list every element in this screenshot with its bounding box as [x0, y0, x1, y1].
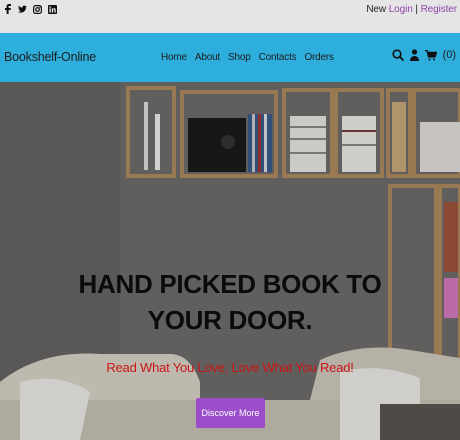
auth-links: New Login | Register [366, 4, 457, 15]
hero-banner: HAND PICKED BOOK TO YOUR DOOR. Read What… [0, 82, 460, 440]
login-link[interactable]: Login [389, 4, 413, 15]
nav-orders[interactable]: Orders [304, 52, 334, 63]
twitter-icon[interactable] [18, 4, 27, 14]
main-nav: Home About Shop Contacts Orders [161, 52, 334, 63]
nav-shop[interactable]: Shop [228, 52, 251, 63]
cart-icon[interactable] [424, 49, 437, 61]
hero-subtitle: Read What You Love, Love What You Read! [106, 360, 354, 375]
hero-title: HAND PICKED BOOK TO YOUR DOOR. [0, 266, 460, 338]
header-icons: (0) [391, 49, 456, 61]
new-label: New [366, 4, 387, 15]
cart-count: (0) [442, 49, 456, 61]
search-icon[interactable] [391, 49, 404, 61]
nav-about[interactable]: About [195, 52, 220, 63]
linkedin-icon[interactable] [48, 4, 57, 14]
facebook-icon[interactable] [3, 4, 12, 14]
discover-more-button[interactable]: Discover More [196, 398, 265, 428]
nav-contacts[interactable]: Contacts [259, 52, 297, 63]
separator: | [415, 4, 418, 15]
hero-background-image [0, 82, 460, 440]
hero-title-line-2: YOUR DOOR. [147, 305, 313, 335]
instagram-icon[interactable] [33, 4, 42, 14]
nav-home[interactable]: Home [161, 52, 187, 63]
top-bar: New Login | Register [0, 0, 460, 33]
register-link[interactable]: Register [421, 4, 458, 15]
social-links [3, 4, 57, 14]
user-icon[interactable] [409, 49, 419, 61]
brand-logo[interactable]: Bookshelf-Online [4, 50, 96, 64]
hero-title-line-1: HAND PICKED BOOK TO [78, 269, 382, 299]
main-header: Bookshelf-Online Home About Shop Contact… [0, 33, 460, 82]
